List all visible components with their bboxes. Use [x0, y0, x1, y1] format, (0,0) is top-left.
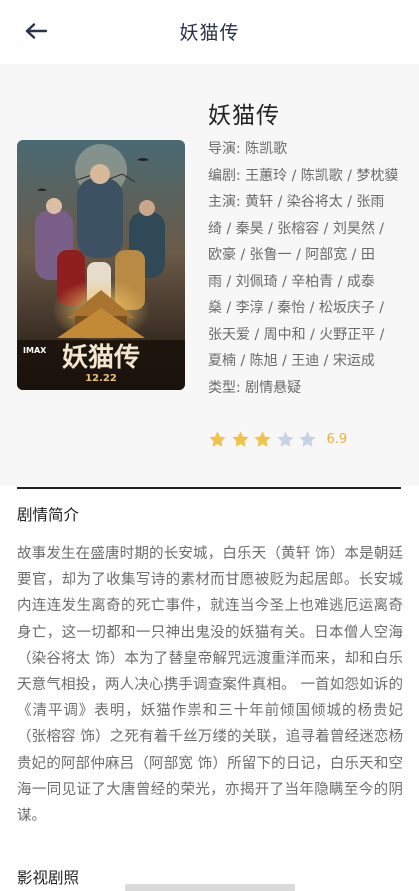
poster-title-art: 妖猫传 [62, 343, 140, 373]
movie-title: 妖猫传 [208, 103, 280, 129]
page-title: 妖猫传 [179, 22, 240, 44]
movie-info: 导演: 陈凯歌 编剧: 王蕙玲 / 陈凯歌 / 梦枕貘 主演: 黄轩 / 染谷将… [208, 136, 403, 401]
cast-line: 欧豪 / 张鲁一 / 阿部宽 / 田 [208, 247, 375, 263]
cast-line: 夏楠 / 陈旭 / 王迪 / 宋运成 [208, 353, 375, 369]
star-icon [231, 431, 249, 447]
star-icon [209, 431, 226, 447]
movie-poster[interactable]: 妖猫传 IMAX 12.22 [17, 140, 185, 390]
rating-score: 6.9 [326, 432, 348, 447]
poster-imax-badge: IMAX [23, 346, 47, 355]
cast-line: 绮 / 秦昊 / 张榕容 / 刘昊然 / [208, 220, 385, 237]
stills-heading: 影视剧照 [17, 869, 80, 887]
director-line: 导演: 陈凯歌 [208, 141, 288, 157]
poster-artwork: 妖猫传 IMAX 12.22 [17, 140, 185, 390]
genre-line: 类型: 剧情悬疑 [208, 379, 302, 396]
cast-line: 雨 / 刘佩琦 / 辛柏青 / 成泰 [208, 273, 375, 290]
rating: 6.9 [208, 430, 347, 449]
writers-line: 编剧: 王蕙玲 / 陈凯歌 / 梦枕貘 [208, 167, 399, 184]
top-bar: 妖猫传 [0, 0, 419, 64]
cast-line: 主演: 黄轩 / 染谷将太 / 张雨 [208, 194, 385, 210]
synopsis-text: 故事发生在盛唐时期的长安城，白乐天（黄轩 饰）本是朝廷要官，却为了收集写诗的素材… [17, 546, 403, 825]
section-divider [17, 487, 401, 489]
star-icon [254, 431, 271, 447]
star-icon [276, 431, 294, 447]
star-icon [299, 431, 316, 447]
synopsis-heading: 剧情简介 [17, 506, 80, 524]
stills-thumbnail[interactable] [125, 884, 295, 891]
cast-line: 张天爱 / 周中和 / 火野正平 / [208, 326, 385, 343]
cast-line: 燊 / 李淳 / 秦怡 / 松坂庆子 / [208, 300, 385, 316]
poster-release-date: 12.22 [85, 373, 117, 384]
